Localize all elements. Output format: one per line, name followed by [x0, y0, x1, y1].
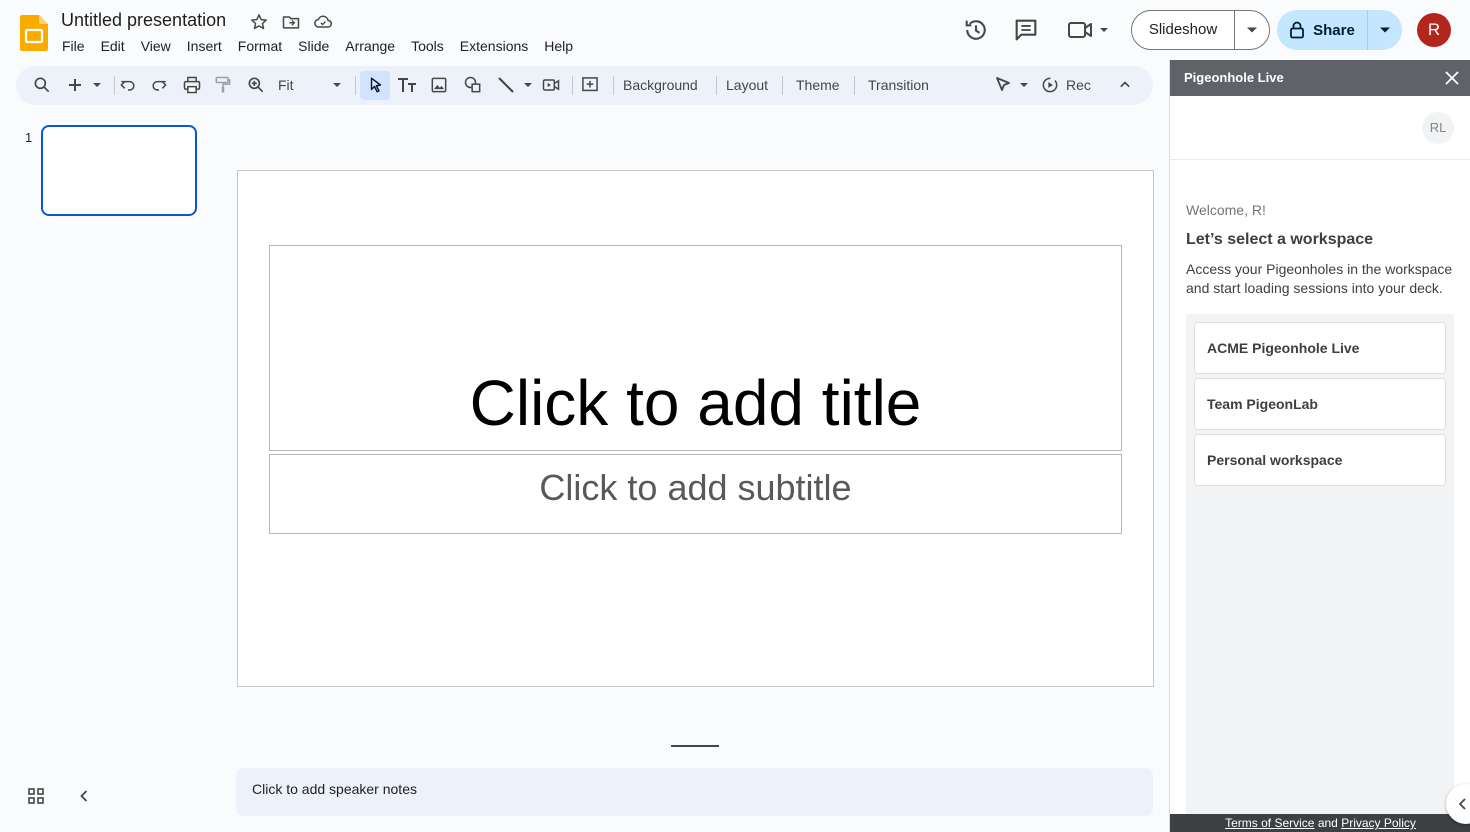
paint-format-icon[interactable]: [213, 75, 233, 95]
slide-thumbnail[interactable]: [41, 125, 197, 216]
subtitle-placeholder-box[interactable]: Click to add subtitle: [269, 454, 1122, 534]
share-label: Share: [1313, 21, 1355, 39]
theme-button[interactable]: Theme: [796, 76, 840, 94]
shapes-icon[interactable]: [463, 75, 483, 95]
add-comment-icon[interactable]: [580, 75, 600, 95]
select-tool[interactable]: [360, 71, 390, 100]
footer-and: and: [1317, 816, 1338, 830]
title-placeholder-box[interactable]: Click to add title: [269, 245, 1122, 451]
search-menus-icon[interactable]: [32, 75, 52, 95]
undo-icon[interactable]: [118, 75, 138, 95]
toolbar-divider: [716, 76, 717, 95]
insert-video-icon[interactable]: [541, 75, 561, 95]
collapse-toolbar-icon[interactable]: [1115, 75, 1135, 95]
select-workspace-heading: Let’s select a workspace: [1186, 231, 1374, 248]
workspace-label: Team PigeonLab: [1207, 396, 1318, 412]
transition-button[interactable]: Transition: [868, 76, 929, 94]
panel-header: Pigeonhole Live: [1170, 60, 1470, 96]
record-button[interactable]: Rec: [1066, 76, 1091, 94]
share-button[interactable]: Share: [1277, 10, 1402, 50]
menu-arrange[interactable]: Arrange: [337, 37, 403, 55]
cloud-saved-icon[interactable]: [313, 12, 333, 32]
redo-icon[interactable]: [149, 75, 169, 95]
toolbar-divider: [355, 76, 356, 95]
toolbar-divider: [854, 76, 855, 95]
slideshow-options-icon[interactable]: [1235, 26, 1269, 34]
slide-number: 1: [25, 130, 33, 145]
close-icon[interactable]: [1443, 69, 1461, 87]
slides-logo-icon[interactable]: [20, 15, 48, 51]
panel-description: Access your Pigeonholes in the workspace…: [1186, 261, 1453, 296]
collapse-filmstrip-icon[interactable]: [74, 786, 94, 806]
background-button[interactable]: Background: [623, 76, 698, 94]
menu-extensions[interactable]: Extensions: [452, 37, 536, 55]
share-options-icon[interactable]: [1368, 26, 1402, 34]
new-slide-icon[interactable]: [65, 75, 105, 95]
panel-title: Pigeonhole Live: [1184, 70, 1284, 85]
main-toolbar: Fit Background Layout Theme Transition R…: [16, 66, 1153, 105]
cursor-arrow-icon: [370, 77, 382, 93]
speaker-notes-placeholder: Click to add speaker notes: [252, 781, 417, 797]
layout-button[interactable]: Layout: [726, 76, 768, 94]
laser-pointer-icon[interactable]: [994, 75, 1032, 95]
toolbar-divider: [613, 76, 614, 95]
menu-insert[interactable]: Insert: [179, 37, 230, 55]
menu-tools[interactable]: Tools: [403, 37, 452, 55]
menu-slide[interactable]: Slide: [290, 37, 337, 55]
privacy-link[interactable]: Privacy Policy: [1341, 816, 1416, 830]
panel-footer: Terms of Service and Privacy Policy: [1170, 814, 1470, 832]
workspace-label: ACME Pigeonhole Live: [1207, 340, 1360, 356]
slideshow-button[interactable]: Slideshow: [1131, 10, 1270, 50]
toolbar-divider: [782, 76, 783, 95]
title-placeholder-text: Click to add title: [469, 367, 922, 439]
slideshow-label[interactable]: Slideshow: [1132, 11, 1235, 49]
toolbar-divider: [114, 76, 115, 95]
speaker-notes-area[interactable]: Click to add speaker notes: [236, 768, 1153, 816]
menu-file[interactable]: File: [54, 37, 93, 55]
star-icon[interactable]: [249, 12, 269, 32]
pigeonhole-side-panel: Pigeonhole Live RL Welcome, R! Let’s sel…: [1169, 60, 1470, 832]
chevron-left-icon: [1458, 798, 1466, 810]
menu-bar: File Edit View Insert Format Slide Arran…: [54, 37, 581, 55]
user-badge[interactable]: RL: [1422, 112, 1454, 144]
toolbar-divider: [572, 76, 573, 95]
menu-help[interactable]: Help: [536, 37, 581, 55]
workspace-card[interactable]: ACME Pigeonhole Live: [1194, 322, 1446, 374]
insert-image-icon[interactable]: [429, 75, 449, 95]
share-main[interactable]: Share: [1277, 10, 1368, 50]
menu-format[interactable]: Format: [230, 37, 290, 55]
menu-view[interactable]: View: [133, 37, 179, 55]
meet-video-icon[interactable]: [1066, 16, 1112, 44]
grid-view-icon[interactable]: [26, 786, 46, 806]
lock-icon: [1290, 21, 1305, 39]
zoom-select[interactable]: Fit: [278, 76, 294, 94]
panel-divider: [1170, 159, 1470, 160]
text-box-icon[interactable]: [396, 75, 418, 95]
welcome-text: Welcome, R!: [1186, 202, 1266, 218]
comments-icon[interactable]: [1012, 16, 1040, 44]
document-title[interactable]: Untitled presentation: [61, 10, 226, 31]
terms-link[interactable]: Terms of Service: [1225, 816, 1314, 830]
print-icon[interactable]: [182, 75, 202, 95]
workspace-label: Personal workspace: [1207, 452, 1343, 468]
workspace-card[interactable]: Team PigeonLab: [1194, 378, 1446, 430]
workspace-card[interactable]: Personal workspace: [1194, 434, 1446, 486]
zoom-dropdown-icon[interactable]: [330, 75, 344, 95]
zoom-icon[interactable]: [246, 75, 266, 95]
workspace-list: ACME Pigeonhole Live Team PigeonLab Pers…: [1186, 314, 1454, 814]
record-icon[interactable]: [1040, 75, 1060, 95]
move-to-folder-icon[interactable]: [281, 12, 301, 32]
menu-edit[interactable]: Edit: [93, 37, 133, 55]
line-tool-icon[interactable]: [496, 75, 534, 95]
notes-resize-handle[interactable]: [671, 745, 719, 747]
account-avatar[interactable]: R: [1417, 13, 1451, 47]
subtitle-placeholder-text: Click to add subtitle: [539, 467, 852, 508]
version-history-icon[interactable]: [962, 16, 990, 44]
